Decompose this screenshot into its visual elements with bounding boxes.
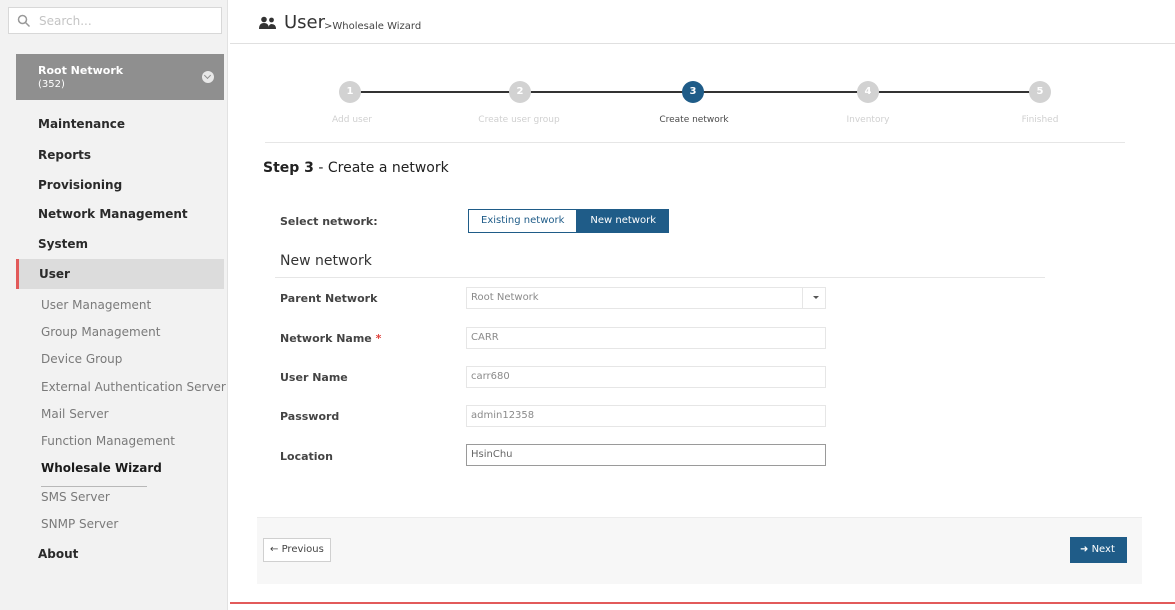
step-4-circle: 4 <box>857 81 879 103</box>
step-4-label: Inventory <box>846 115 890 125</box>
new-network-button[interactable]: New network <box>577 209 670 233</box>
network-name-label: Network Name * <box>280 332 381 345</box>
submenu-device-group[interactable]: Device Group <box>41 352 122 366</box>
next-button[interactable]: ➜ Next <box>1070 537 1127 563</box>
step-title: Step 3 - Create a network <box>263 160 449 176</box>
user-name-input[interactable]: carr680 <box>466 366 826 388</box>
parent-network-select[interactable]: Root Network <box>466 287 826 309</box>
section-divider <box>275 277 1045 278</box>
step-2-label: Create user group <box>478 115 560 125</box>
network-name-label-text: Network Name <box>280 332 372 345</box>
menu-item-maintenance[interactable]: Maintenance <box>38 117 125 131</box>
submenu-group-management[interactable]: Group Management <box>41 325 160 339</box>
previous-label: Previous <box>281 544 324 555</box>
stepper-line <box>350 91 870 93</box>
search-input[interactable]: Search... <box>39 14 92 28</box>
bottom-accent-line <box>230 602 1175 604</box>
stepper-line-end <box>870 91 1040 93</box>
breadcrumb: >Wholesale Wizard <box>324 21 422 32</box>
step-title-text: - Create a network <box>313 160 449 176</box>
step-1-label: Add user <box>332 115 372 125</box>
previous-button[interactable]: ← Previous <box>263 538 331 562</box>
password-input[interactable]: admin12358 <box>466 405 826 427</box>
caret-down-icon[interactable] <box>802 287 826 309</box>
step-prefix: Step 3 <box>263 160 314 176</box>
step-5-circle: 5 <box>1029 81 1051 103</box>
chevron-down-icon[interactable] <box>202 71 214 83</box>
network-mode-toggle: Existing network New network <box>468 209 670 233</box>
step-3-label: Create network <box>659 115 729 125</box>
submenu-snmp-server[interactable]: SNMP Server <box>41 517 118 531</box>
wizard-footer <box>257 517 1142 584</box>
step-2-circle: 2 <box>509 81 531 103</box>
location-label: Location <box>280 450 333 463</box>
submenu-wholesale-wizard[interactable]: Wholesale Wizard <box>41 461 162 475</box>
existing-network-button[interactable]: Existing network <box>468 209 578 233</box>
section-title: New network <box>280 253 372 269</box>
search-icon <box>17 14 31 27</box>
menu-item-reports[interactable]: Reports <box>38 148 91 162</box>
submenu-underline <box>41 486 147 487</box>
step-3-circle: 3 <box>682 81 704 103</box>
network-selector[interactable]: Root Network (352) <box>16 54 224 100</box>
next-label: Next <box>1091 544 1115 555</box>
menu-item-provisioning[interactable]: Provisioning <box>38 178 122 192</box>
required-marker: * <box>375 332 382 345</box>
arrow-left-icon: ← <box>270 544 279 555</box>
menu-item-user[interactable]: User <box>16 259 224 289</box>
submenu-mail-server[interactable]: Mail Server <box>41 407 109 421</box>
parent-network-label: Parent Network <box>280 292 378 305</box>
submenu-function-management[interactable]: Function Management <box>41 434 175 448</box>
submenu-external-auth-server[interactable]: External Authentication Server <box>41 380 226 394</box>
step-1-circle: 1 <box>339 81 361 103</box>
users-icon <box>259 16 276 29</box>
menu-item-system[interactable]: System <box>38 237 88 251</box>
location-input[interactable]: HsinChu <box>466 444 826 466</box>
password-label: Password <box>280 410 340 423</box>
menu-item-user-label: User <box>39 267 70 281</box>
submenu-user-management[interactable]: User Management <box>41 298 151 312</box>
step-5-label: Finished <box>1021 115 1059 125</box>
network-name: Root Network <box>38 64 124 77</box>
menu-item-about[interactable]: About <box>38 547 78 561</box>
user-name-label: User Name <box>280 371 348 384</box>
page-title: User <box>284 12 326 33</box>
stepper-divider <box>265 142 1125 143</box>
network-count: (352) <box>38 79 65 90</box>
menu-item-network-management[interactable]: Network Management <box>38 207 188 221</box>
search-box[interactable]: Search... <box>8 7 222 34</box>
select-network-label: Select network: <box>280 215 378 228</box>
network-name-input[interactable]: CARR <box>466 327 826 349</box>
arrow-right-icon: ➜ <box>1080 544 1089 555</box>
submenu-sms-server[interactable]: SMS Server <box>41 490 110 504</box>
